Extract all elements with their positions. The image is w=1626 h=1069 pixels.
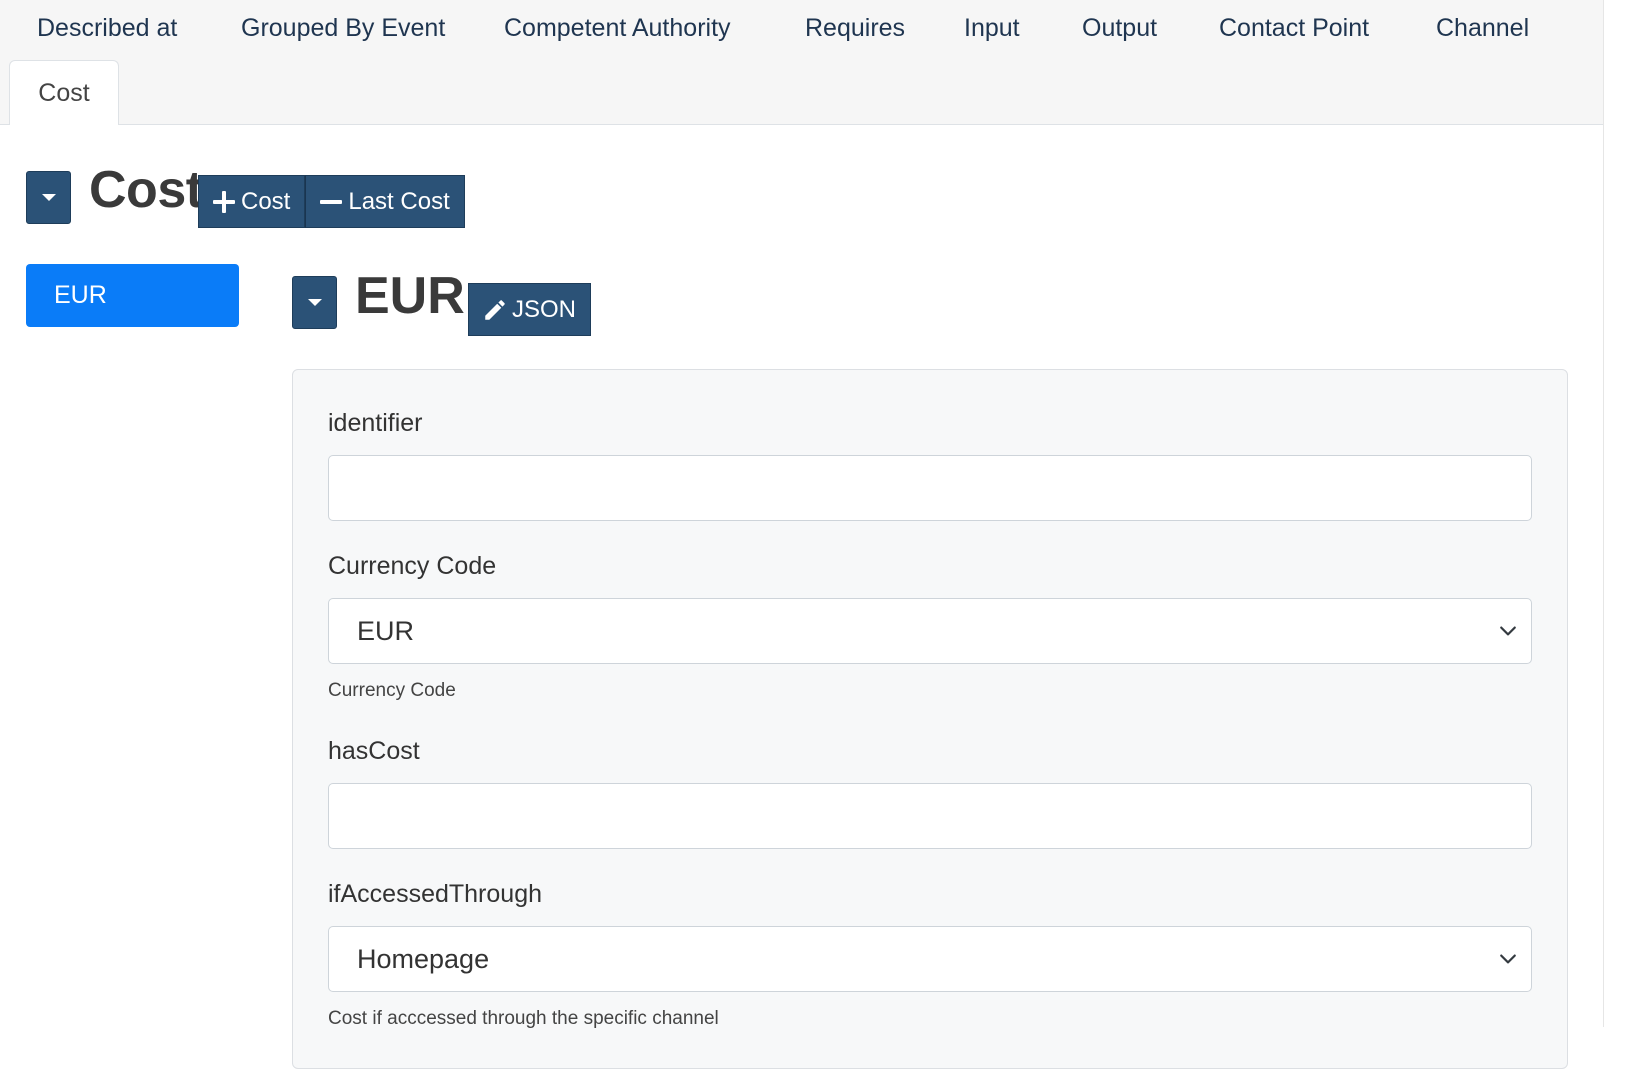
tab-cost[interactable]: Cost (9, 60, 119, 125)
tab-contact-point[interactable]: Contact Point (1219, 16, 1369, 41)
remove-last-cost-label: Last Cost (348, 187, 450, 215)
cost-button-group: Cost Last Cost (198, 175, 465, 228)
tab-output[interactable]: Output (1082, 16, 1157, 41)
list-item-label: EUR (54, 281, 107, 309)
identifier-input[interactable] (328, 455, 1532, 521)
pencil-icon (485, 299, 505, 320)
section-title: Cost (89, 161, 203, 219)
if-accessed-through-select[interactable]: Homepage (328, 926, 1532, 992)
tab-grouped-by-event[interactable]: Grouped By Event (241, 16, 445, 41)
currency-code-help: Currency Code (328, 680, 456, 701)
edit-json-button[interactable]: JSON (468, 283, 591, 336)
if-accessed-through-help: Cost if acccessed through the specific c… (328, 1008, 719, 1029)
item-title: EUR (355, 267, 465, 325)
has-cost-input[interactable] (328, 783, 1532, 849)
json-button-label: JSON (512, 295, 577, 323)
tab-described-at[interactable]: Described at (37, 16, 177, 41)
if-accessed-through-value: Homepage (357, 943, 490, 974)
list-item-eur[interactable]: EUR (26, 264, 239, 327)
add-cost-button[interactable]: Cost (198, 175, 306, 228)
has-cost-label: hasCost (328, 737, 420, 765)
minus-icon (320, 191, 343, 213)
identifier-label: identifier (328, 409, 423, 437)
tab-competent-authority[interactable]: Competent Authority (504, 16, 731, 41)
caret-down-icon (307, 299, 322, 306)
currency-code-value: EUR (357, 615, 415, 646)
chevron-down-icon (1500, 626, 1516, 636)
plus-icon (213, 190, 235, 213)
if-accessed-through-label: ifAccessedThrough (328, 880, 543, 908)
currency-code-label: Currency Code (328, 552, 497, 580)
currency-code-select[interactable]: EUR (328, 598, 1532, 664)
scrollbar[interactable] (1603, 0, 1626, 1027)
caret-down-icon (41, 194, 56, 201)
remove-last-cost-button[interactable]: Last Cost (305, 175, 465, 228)
add-cost-label: Cost (241, 187, 291, 215)
tab-bar: Described at Grouped By Event Competent … (0, 0, 1603, 125)
collapse-eur-button[interactable] (292, 276, 337, 329)
chevron-down-icon (1500, 954, 1516, 964)
cost-form-card: identifier Currency Code EUR Currency Co… (292, 369, 1568, 1069)
tab-channel[interactable]: Channel (1436, 16, 1529, 41)
tab-cost-label: Cost (38, 78, 90, 107)
tab-requires[interactable]: Requires (805, 16, 905, 41)
collapse-cost-button[interactable] (26, 171, 71, 224)
tab-input[interactable]: Input (964, 16, 1020, 41)
